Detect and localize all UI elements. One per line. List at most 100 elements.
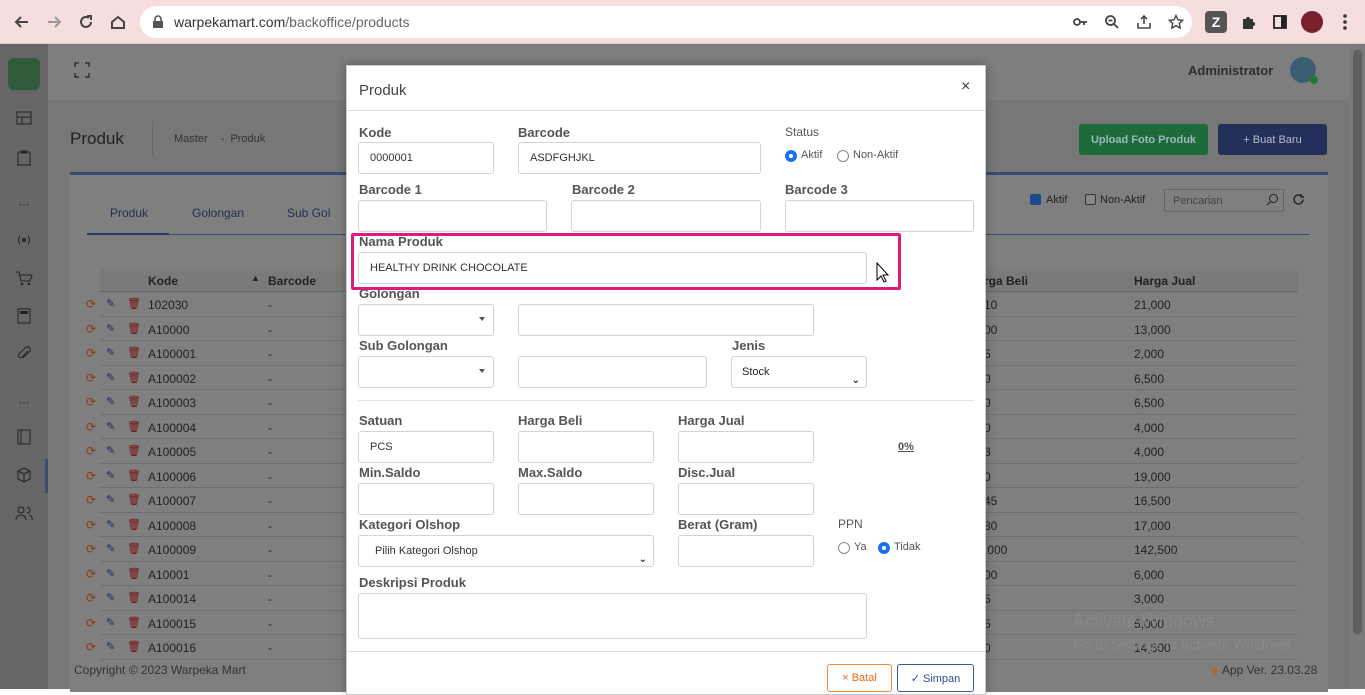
edit-icon[interactable]: ✎: [106, 297, 115, 310]
trash-icon[interactable]: 🗑: [127, 567, 141, 580]
sidepanel-icon[interactable]: [1268, 10, 1292, 34]
search-icon[interactable]: [1266, 193, 1279, 209]
kategori-select[interactable]: Pilih Kategori Olshop ⌄: [358, 535, 654, 567]
berat-input[interactable]: [678, 535, 814, 567]
edit-icon[interactable]: ✎: [106, 322, 115, 335]
barcode2-input[interactable]: [571, 200, 761, 232]
refresh-row-icon[interactable]: ⟳: [86, 493, 96, 507]
jenis-select[interactable]: Stock ⌄: [731, 356, 867, 388]
kebab-menu-icon[interactable]: [1333, 10, 1357, 34]
golongan-name-input[interactable]: [518, 304, 814, 336]
key-icon[interactable]: [1072, 14, 1088, 33]
users-icon[interactable]: [14, 503, 34, 523]
filter-active-checkbox[interactable]: [1030, 194, 1041, 205]
kode-input[interactable]: 0000001: [358, 142, 494, 174]
profile-avatar[interactable]: [1301, 11, 1323, 33]
trash-icon[interactable]: 🗑: [127, 420, 141, 433]
ppn-no-radio[interactable]: [878, 542, 890, 554]
refresh-row-icon[interactable]: ⟳: [86, 297, 96, 311]
refresh-row-icon[interactable]: ⟳: [86, 616, 96, 630]
trash-icon[interactable]: 🗑: [127, 346, 141, 359]
forward-icon[interactable]: [42, 10, 66, 34]
status-active-radio[interactable]: [785, 150, 797, 162]
refresh-icon[interactable]: [1292, 193, 1305, 209]
fullscreen-icon[interactable]: [74, 62, 90, 81]
close-icon[interactable]: ×: [961, 78, 970, 96]
trash-icon[interactable]: 🗑: [127, 640, 141, 653]
edit-icon[interactable]: ✎: [106, 518, 115, 531]
filter-inactive-checkbox[interactable]: [1085, 194, 1096, 205]
zoom-icon[interactable]: [1104, 14, 1120, 33]
edit-icon[interactable]: ✎: [106, 616, 115, 629]
edit-icon[interactable]: ✎: [106, 542, 115, 555]
trash-icon[interactable]: 🗑: [127, 322, 141, 335]
breadcrumb-master[interactable]: Master: [174, 133, 208, 145]
th-barcode[interactable]: Barcode: [268, 274, 316, 288]
edit-icon[interactable]: ✎: [106, 640, 115, 653]
refresh-row-icon[interactable]: ⟳: [86, 567, 96, 581]
cart-icon[interactable]: [14, 268, 34, 288]
trash-icon[interactable]: 🗑: [127, 493, 141, 506]
tab-golongan[interactable]: Golongan: [192, 206, 244, 220]
calculator-icon[interactable]: [14, 306, 34, 326]
trash-icon[interactable]: 🗑: [127, 444, 141, 457]
edit-icon[interactable]: ✎: [106, 371, 115, 384]
edit-icon[interactable]: ✎: [106, 567, 115, 580]
trash-icon[interactable]: 🗑: [127, 518, 141, 531]
refresh-row-icon[interactable]: ⟳: [86, 371, 96, 385]
scrollbar-thumb[interactable]: [1353, 50, 1362, 634]
th-harga-beli[interactable]: rga Beli: [984, 274, 1028, 288]
edit-icon[interactable]: ✎: [106, 469, 115, 482]
book-icon[interactable]: [14, 427, 34, 447]
paperclip-icon[interactable]: [14, 344, 34, 364]
harga-jual-input[interactable]: [678, 431, 814, 463]
sub-golongan-select[interactable]: [358, 356, 494, 388]
tab-produk[interactable]: Produk: [110, 206, 148, 220]
satuan-input[interactable]: PCS: [358, 431, 494, 463]
refresh-row-icon[interactable]: ⟳: [86, 322, 96, 336]
disc-jual-input[interactable]: [678, 483, 814, 515]
upload-photo-button[interactable]: Upload Foto Produk: [1079, 124, 1208, 155]
page-scrollbar[interactable]: [1350, 44, 1365, 689]
trash-icon[interactable]: 🗑: [127, 469, 141, 482]
edit-icon[interactable]: ✎: [106, 591, 115, 604]
edit-icon[interactable]: ✎: [106, 493, 115, 506]
barcode-input[interactable]: ASDFGHJKL: [518, 142, 761, 174]
address-bar[interactable]: warpekamart.com/backoffice/products: [140, 6, 1192, 38]
sub-golongan-name-input[interactable]: [518, 356, 707, 388]
edit-icon[interactable]: ✎: [106, 395, 115, 408]
puzzle-icon[interactable]: [1236, 10, 1260, 34]
barcode3-input[interactable]: [785, 200, 974, 232]
barcode1-input[interactable]: [358, 200, 547, 232]
trash-icon[interactable]: 🗑: [127, 297, 141, 310]
harga-beli-input[interactable]: [518, 431, 654, 463]
refresh-row-icon[interactable]: ⟳: [86, 640, 96, 654]
trash-icon[interactable]: 🗑: [127, 616, 141, 629]
refresh-row-icon[interactable]: ⟳: [86, 444, 96, 458]
edit-icon[interactable]: ✎: [106, 444, 115, 457]
refresh-row-icon[interactable]: ⟳: [86, 346, 96, 360]
status-inactive-radio[interactable]: [837, 150, 849, 162]
edit-icon[interactable]: ✎: [106, 420, 115, 433]
create-new-button[interactable]: + Buat Baru: [1218, 124, 1327, 155]
trash-icon[interactable]: 🗑: [127, 542, 141, 555]
refresh-row-icon[interactable]: ⟳: [86, 395, 96, 409]
sort-asc-icon[interactable]: ▲: [251, 273, 260, 283]
extension-z-icon[interactable]: Z: [1205, 11, 1227, 33]
home-icon[interactable]: [106, 10, 130, 34]
min-saldo-input[interactable]: [358, 483, 494, 515]
broadcast-icon[interactable]: [14, 230, 34, 250]
trash-icon[interactable]: 🗑: [127, 591, 141, 604]
edit-icon[interactable]: ✎: [106, 346, 115, 359]
deskripsi-textarea[interactable]: [358, 593, 867, 639]
trash-icon[interactable]: 🗑: [127, 371, 141, 384]
th-harga-jual[interactable]: Harga Jual: [1134, 274, 1195, 288]
share-icon[interactable]: [1136, 14, 1152, 33]
tab-sub-gol[interactable]: Sub Gol: [287, 206, 330, 220]
th-kode[interactable]: Kode: [148, 274, 178, 288]
user-name[interactable]: Administrator: [1188, 63, 1273, 78]
ppn-yes-radio[interactable]: [838, 542, 850, 554]
cancel-button[interactable]: × Batal: [827, 664, 892, 692]
refresh-row-icon[interactable]: ⟳: [86, 469, 96, 483]
save-button[interactable]: ✓ Simpan: [897, 664, 974, 692]
